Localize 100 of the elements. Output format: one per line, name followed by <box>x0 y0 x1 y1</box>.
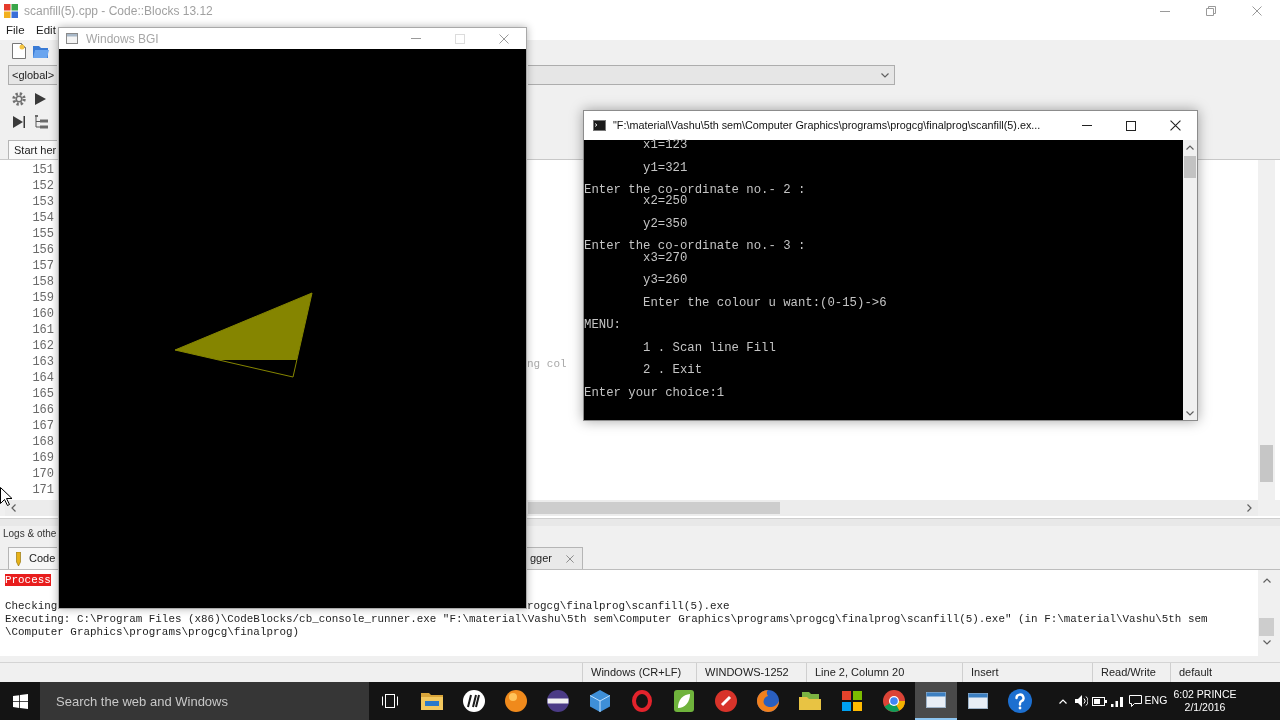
chevron-down-icon <box>881 72 889 78</box>
close-icon <box>1169 120 1181 131</box>
line-number: 152 <box>32 180 54 192</box>
taskbar-button[interactable] <box>915 682 957 720</box>
log-tab[interactable]: Code <box>8 547 57 569</box>
line-number: 166 <box>32 404 54 416</box>
speaker-icon[interactable] <box>1074 695 1088 707</box>
line-number: 165 <box>32 388 54 400</box>
panel-title: Logs & othe <box>3 529 57 539</box>
console-line: 1 . Scan line Fill <box>643 340 776 355</box>
line-number: 160 <box>32 308 54 320</box>
menu-item[interactable]: File <box>6 25 25 37</box>
status-text: Read/Write <box>1101 665 1156 681</box>
minimize-icon <box>411 38 421 39</box>
swirl-icon <box>883 690 905 712</box>
task-view-icon <box>382 694 398 708</box>
code-text: ng col <box>527 358 567 370</box>
folder-icon <box>421 692 443 710</box>
scroll-thumb <box>1259 618 1274 636</box>
windows-logo-icon <box>12 693 28 709</box>
log-tab[interactable]: gger <box>527 547 583 569</box>
console-line: Enter the colour u want:(0-15)->6 <box>643 295 887 310</box>
folder-icon[interactable] <box>33 44 49 58</box>
window-title: scanfill(5).cpp - Code::Blocks 13.12 <box>24 3 213 20</box>
line-number: 154 <box>32 212 54 224</box>
console-line: y2=350 <box>643 216 688 231</box>
console-line: x3=270 <box>643 250 688 265</box>
console-window-icon <box>593 120 606 131</box>
clock[interactable]: 6:02 PRINCE 2/1/2016 <box>1168 688 1242 714</box>
console-line: y1=321 <box>643 160 688 175</box>
line-number: 163 <box>32 356 54 368</box>
play-icon[interactable] <box>35 93 46 105</box>
line-number: 170 <box>32 468 54 480</box>
play-to-end-icon[interactable] <box>13 116 25 128</box>
window-icon <box>926 692 946 708</box>
menu-item[interactable]: Edit <box>36 25 56 37</box>
line-number: 168 <box>32 436 54 448</box>
status-text: Insert <box>971 665 999 681</box>
line-number: 171 <box>32 484 54 496</box>
scroll-thumb <box>1260 445 1273 482</box>
line-number: 159 <box>32 292 54 304</box>
signal-icon[interactable] <box>1111 695 1123 707</box>
scroll-thumb <box>1184 156 1196 178</box>
globe-icon <box>757 690 779 712</box>
console-line: y3=260 <box>643 273 688 287</box>
chevron-down-icon <box>1186 411 1194 416</box>
line-number: 164 <box>32 372 54 384</box>
language-indicator[interactable]: ENG <box>1144 693 1168 709</box>
close-icon <box>566 554 574 563</box>
folders-icon <box>799 692 821 710</box>
console-line: MENU: <box>584 318 621 332</box>
chevron-right-icon <box>1247 504 1252 512</box>
round-badge-icon <box>715 690 737 712</box>
editor-tab[interactable]: Start her <box>8 140 57 159</box>
sphere-icon <box>505 690 527 712</box>
round-logo-icon <box>463 690 485 712</box>
app-logo-icon <box>4 4 18 18</box>
chevron-down-icon <box>1262 640 1271 645</box>
message-icon[interactable] <box>1128 695 1142 707</box>
line-number: 167 <box>32 420 54 432</box>
console-line: x1=123 <box>643 138 688 152</box>
window-icon <box>968 693 988 709</box>
close-icon <box>499 33 509 44</box>
window-icon <box>66 33 78 44</box>
console-line: 2 . Exit <box>643 363 703 377</box>
minimize-icon <box>1160 10 1170 12</box>
status-text: WINDOWS-1252 <box>705 665 789 681</box>
line-number: 158 <box>32 276 54 288</box>
help-icon <box>1008 689 1032 713</box>
gear-icon[interactable] <box>12 92 26 106</box>
cube-icon <box>590 690 610 712</box>
close-icon <box>1252 6 1262 16</box>
pencil-icon <box>14 551 23 566</box>
dropdown[interactable]: <global> <box>8 65 57 85</box>
minimize-icon <box>1082 125 1092 126</box>
ringed-sphere-icon <box>547 690 569 712</box>
line-number: 157 <box>32 260 54 272</box>
new-file-icon[interactable] <box>12 43 26 59</box>
window-title: "F:\material\Vashu\5th sem\Computer Graphics\programs\progcg\finalprog\scanfill(5).ex... <box>613 118 1041 134</box>
line-number: 156 <box>32 244 54 256</box>
console-line: x2=250 <box>643 194 688 209</box>
chevron-left-icon <box>11 504 16 512</box>
line-number: 161 <box>32 324 54 336</box>
line-number: 155 <box>32 228 54 240</box>
battery-icon[interactable] <box>1091 696 1107 706</box>
log-line: \Computer Graphics\programs\progcg\finalprog) <box>5 626 300 638</box>
ring-icon <box>632 690 652 712</box>
chevron-up-icon <box>1186 145 1194 150</box>
status-text: Line 2, Column 20 <box>815 665 905 681</box>
window-title: Windows BGI <box>86 30 159 48</box>
line-number: 153 <box>32 196 54 208</box>
grid-icon <box>842 691 862 711</box>
log-line: Checking <box>5 600 58 612</box>
log-line: rogcg\finalprog\scanfill(5).exe <box>527 600 730 612</box>
search-field[interactable]: Search the web and Windows <box>40 682 369 720</box>
status-text: default <box>1179 665 1213 681</box>
leaf-tile-icon <box>674 690 694 712</box>
tree-icon[interactable] <box>35 115 49 129</box>
line-number: 169 <box>32 452 54 464</box>
line-number: 162 <box>32 340 54 352</box>
